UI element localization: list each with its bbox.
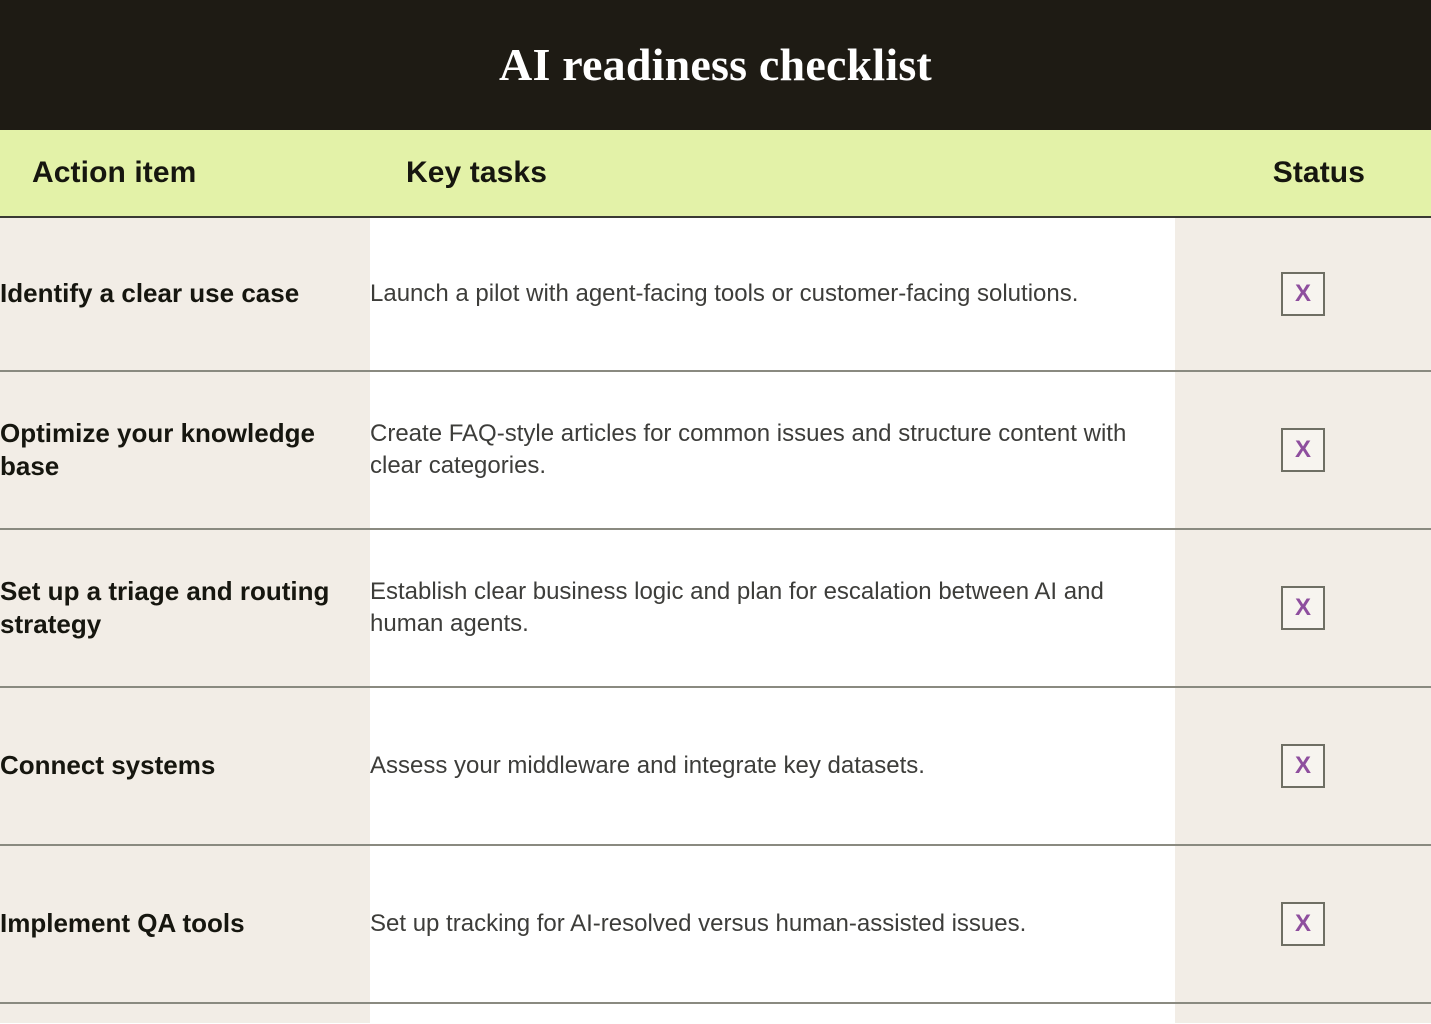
column-header-key-tasks-label: Key tasks (406, 156, 547, 189)
page-title: AI readiness checklist (499, 39, 932, 90)
action-item-cell: Set up a triage and routing strategy (0, 529, 370, 688)
status-cell: X (1175, 529, 1431, 688)
status-checkbox[interactable]: X (1281, 744, 1325, 788)
column-header-row: Action item Key tasks Status (0, 130, 1431, 218)
column-header-status-label: Status (1272, 156, 1365, 189)
checklist-page: AI readiness checklist Action item Key t… (0, 0, 1431, 1024)
key-tasks-label: Set up tracking for AI-resolved versus h… (370, 909, 1027, 937)
action-item-cell (0, 1003, 370, 1023)
key-tasks-label: Create FAQ-style articles for common iss… (370, 419, 1127, 479)
ai-readiness-checklist-table: Action item Key tasks Status Identify a … (0, 130, 1431, 1023)
table-row: Connect systems Assess your middleware a… (0, 687, 1431, 846)
table-row: Identify a clear use case Launch a pilot… (0, 217, 1431, 372)
table-row-clipped (0, 1003, 1431, 1023)
table-header: Action item Key tasks Status (0, 130, 1431, 218)
x-mark-icon: X (1294, 910, 1311, 937)
x-mark-icon: X (1294, 436, 1311, 463)
status-cell: X (1175, 371, 1431, 530)
key-tasks-cell: Set up tracking for AI-resolved versus h… (370, 845, 1175, 1004)
status-cell: X (1175, 687, 1431, 846)
title-banner: AI readiness checklist (0, 0, 1431, 130)
status-checkbox[interactable]: X (1281, 902, 1325, 946)
action-item-label: Connect systems (0, 750, 216, 781)
column-header-action-item: Action item (0, 130, 370, 218)
key-tasks-label: Launch a pilot with agent-facing tools o… (370, 279, 1079, 307)
key-tasks-cell: Assess your middleware and integrate key… (370, 687, 1175, 846)
action-item-cell: Optimize your knowledge base (0, 371, 370, 530)
action-item-cell: Connect systems (0, 687, 370, 846)
action-item-label: Set up a triage and routing strategy (0, 575, 330, 639)
table-body: Identify a clear use case Launch a pilot… (0, 217, 1431, 1023)
status-cell: X (1175, 845, 1431, 1004)
table-row: Optimize your knowledge base Create FAQ-… (0, 371, 1431, 530)
action-item-label: Identify a clear use case (0, 278, 300, 309)
x-mark-icon: X (1294, 594, 1311, 621)
action-item-cell: Implement QA tools (0, 845, 370, 1004)
key-tasks-cell: Establish clear business logic and plan … (370, 529, 1175, 688)
key-tasks-cell: Create FAQ-style articles for common iss… (370, 371, 1175, 530)
table-row: Implement QA tools Set up tracking for A… (0, 845, 1431, 1004)
key-tasks-cell: Launch a pilot with agent-facing tools o… (370, 217, 1175, 372)
column-header-status: Status (1175, 130, 1431, 218)
x-mark-icon: X (1294, 280, 1311, 307)
key-tasks-cell (370, 1003, 1175, 1023)
x-mark-icon: X (1294, 752, 1311, 779)
column-header-action-item-label: Action item (32, 156, 197, 189)
status-checkbox[interactable]: X (1281, 428, 1325, 472)
action-item-label: Optimize your knowledge base (0, 417, 315, 481)
action-item-cell: Identify a clear use case (0, 217, 370, 372)
status-cell: X (1175, 217, 1431, 372)
action-item-label: Implement QA tools (0, 908, 245, 939)
status-checkbox[interactable]: X (1281, 272, 1325, 316)
table-row: Set up a triage and routing strategy Est… (0, 529, 1431, 688)
column-header-key-tasks: Key tasks (370, 130, 1175, 218)
status-cell (1175, 1003, 1431, 1023)
status-checkbox[interactable]: X (1281, 586, 1325, 630)
key-tasks-label: Assess your middleware and integrate key… (370, 751, 925, 779)
key-tasks-label: Establish clear business logic and plan … (370, 577, 1104, 637)
